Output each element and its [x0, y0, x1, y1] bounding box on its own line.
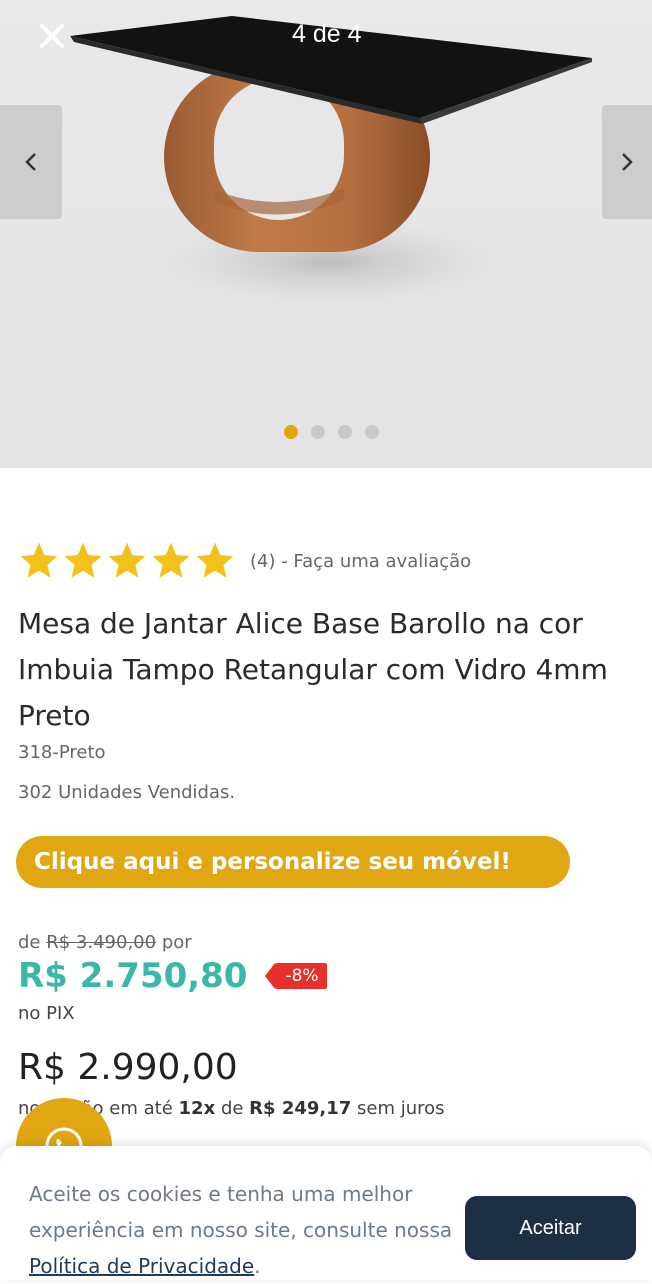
star-icon — [196, 542, 234, 578]
rating-review-link[interactable]: (4) - Faça uma avaliação — [250, 551, 471, 572]
units-sold: 302 Unidades Vendidas. — [18, 782, 236, 803]
card-price: R$ 2.990,00 — [18, 1047, 238, 1088]
product-sku: 318-Preto — [18, 742, 106, 763]
previous-image-button[interactable] — [0, 105, 62, 219]
pagination-dot[interactable] — [311, 425, 325, 439]
star-icon — [108, 542, 146, 578]
chevron-right-icon — [622, 153, 633, 171]
privacy-policy-link[interactable]: Política de Privacidade — [29, 1254, 254, 1278]
product-gallery[interactable]: 4 de 4 — [0, 0, 652, 468]
cookie-message: Aceite os cookies e tenha uma melhor exp… — [29, 1176, 459, 1284]
cookie-link-suffix: . — [254, 1254, 261, 1278]
rating-stars — [18, 540, 236, 582]
image-counter: 4 de 4 — [292, 20, 362, 48]
close-button[interactable] — [34, 18, 70, 54]
product-image — [70, 16, 592, 317]
star-icon — [64, 542, 102, 578]
gallery-pagination — [284, 425, 379, 439]
installments-count: 12x — [178, 1098, 216, 1119]
pagination-dot[interactable] — [338, 425, 352, 439]
pagination-dot[interactable] — [284, 425, 298, 439]
star-icon — [152, 542, 190, 578]
old-price: R$ 3.490,00 — [46, 932, 157, 953]
accept-cookies-button[interactable]: Aceitar — [465, 1196, 636, 1260]
cookie-text: Aceite os cookies e tenha uma melhor exp… — [29, 1182, 453, 1242]
next-image-button[interactable] — [602, 105, 652, 219]
pagination-dot[interactable] — [365, 425, 379, 439]
customize-furniture-button[interactable]: Clique aqui e personalize seu móvel! — [16, 836, 570, 888]
pix-label: no PIX — [18, 1003, 75, 1024]
star-icon — [20, 542, 58, 578]
installments-mid: de — [220, 1098, 244, 1119]
old-price-row: de R$ 3.490,00 por — [18, 932, 192, 953]
installments-value: R$ 249,17 — [249, 1098, 352, 1119]
rating-row: (4) - Faça uma avaliação — [18, 540, 471, 582]
cookie-banner: Aceite os cookies e tenha uma melhor exp… — [0, 1146, 652, 1280]
discount-badge: -8% — [265, 963, 327, 989]
old-price-suffix: por — [161, 932, 192, 953]
pix-price: R$ 2.750,80 — [18, 956, 248, 996]
chevron-left-icon — [25, 153, 36, 171]
installments-suffix: sem juros — [357, 1098, 445, 1119]
product-title: Mesa de Jantar Alice Base Barollo na cor… — [18, 607, 608, 732]
pix-price-row: R$ 2.750,80 -8% — [18, 956, 327, 996]
old-price-prefix: de — [18, 932, 41, 953]
